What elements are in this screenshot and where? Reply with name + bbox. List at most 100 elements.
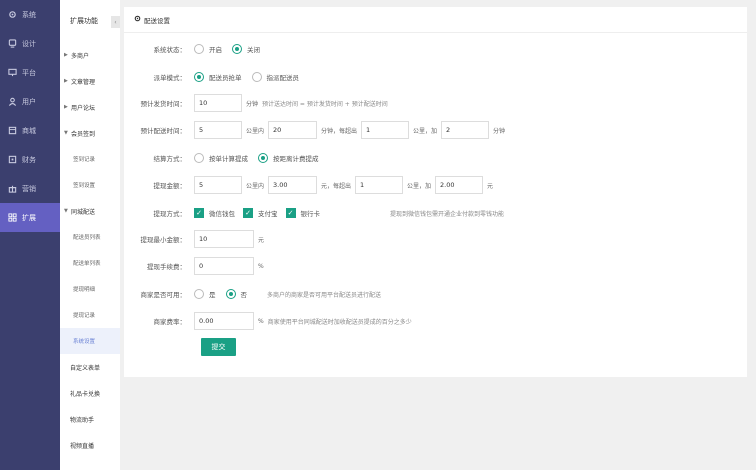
screen-icon bbox=[8, 68, 17, 77]
withdraw-extra-amount-input[interactable]: 2.00 bbox=[435, 176, 484, 194]
dispatch-mode-label: 派单模式： bbox=[153, 74, 187, 82]
est-ship-time-row: 预计发货时间： 10 分钟 预计送达时间 = 预计发货时间 + 预计配送时间 bbox=[124, 94, 388, 112]
dispatch-grab-radio[interactable]: 配送员抢单 bbox=[194, 72, 242, 82]
withdraw-base-amount-input[interactable]: 3.00 bbox=[268, 176, 318, 194]
sidebar-group-checkin[interactable]: ▼ 会员签到 bbox=[60, 120, 120, 146]
withdraw-fee-input[interactable]: 0 bbox=[194, 257, 254, 275]
nav-item-system[interactable]: 系统 bbox=[0, 0, 60, 29]
radio-label: 指派配送员 bbox=[266, 74, 300, 82]
unit-text: 元 bbox=[487, 182, 494, 190]
radio-dot bbox=[194, 44, 204, 54]
merchant-fee-row: 商家费率： 0.00 % 商家使用平台同城配送时加收配送员提成的百分之多少 bbox=[124, 312, 412, 330]
est-delivery-time-row: 预计配送时间： 5 公里内 20 分钟，每超出 1 公里，加 2 分钟 bbox=[124, 121, 509, 139]
dispatch-assign-radio[interactable]: 指派配送员 bbox=[251, 72, 300, 82]
radio-label: 配送员抢单 bbox=[209, 74, 242, 82]
withdraw-fee-label: 提现手续费： bbox=[147, 263, 186, 271]
checkbox-label: 支付宝 bbox=[258, 210, 278, 218]
sidebar-item-logistics[interactable]: 物流助手 bbox=[60, 406, 120, 432]
sidebar-group-label: 会员签到 bbox=[71, 130, 96, 138]
sidebar-item-system-settings[interactable]: 系统设置 bbox=[60, 328, 120, 354]
sidebar-group-label: 多商户 bbox=[71, 52, 90, 60]
shop-icon bbox=[8, 126, 17, 135]
system-status-on-radio[interactable]: 开启 bbox=[194, 44, 222, 54]
nav-item-finance[interactable]: 财务 bbox=[0, 145, 60, 174]
chevron-right-icon: ▶ bbox=[64, 52, 68, 58]
nav-item-label: 财务 bbox=[22, 155, 36, 164]
sidebar-group-delivery[interactable]: ▼ 同城配送 bbox=[60, 198, 120, 224]
sidebar-item-checkin-settings[interactable]: 签到设置 bbox=[60, 172, 120, 198]
withdraw-amount-row: 提现金额： 5 公里内 3.00 元，每超出 1 公里，加 2.00 元 bbox=[124, 176, 497, 194]
est-time-hint: 预计送达时间 = 预计发货时间 + 预计配送时间 bbox=[262, 100, 388, 108]
merchant-available-no-radio[interactable]: 否 bbox=[225, 289, 247, 299]
radio-dot bbox=[251, 72, 262, 82]
sidebar-item-gift-card[interactable]: 礼品卡兑换 bbox=[60, 380, 120, 406]
settle-mode-label: 结算方式： bbox=[153, 155, 187, 163]
unit-text: 公里内 bbox=[246, 127, 265, 135]
sidebar-item-courier-list[interactable]: 配送员列表 bbox=[60, 224, 120, 250]
merchant-available-yes-radio[interactable]: 是 bbox=[194, 289, 216, 299]
withdraw-methods-label: 提现方式： bbox=[153, 210, 187, 218]
min-withdraw-row: 提现最小金额： 10 元 bbox=[124, 230, 268, 248]
nav-item-label: 营销 bbox=[22, 184, 36, 193]
submit-button[interactable]: 提交 bbox=[201, 338, 236, 356]
sidebar-item-delivery-orders[interactable]: 配送单列表 bbox=[60, 250, 120, 276]
delivery-extra-km-input[interactable]: 1 bbox=[361, 121, 410, 139]
collapse-sidebar-button[interactable]: ‹ bbox=[111, 16, 120, 28]
nav-item-marketing[interactable]: 营销 bbox=[0, 174, 60, 203]
est-ship-time-input[interactable]: 10 bbox=[194, 94, 242, 112]
merchant-available-label: 商家是否可用： bbox=[140, 291, 187, 299]
nav-item-platform[interactable]: 平台 bbox=[0, 58, 60, 87]
radio-label: 开启 bbox=[209, 46, 222, 54]
nav-item-design[interactable]: 设计 bbox=[0, 29, 60, 58]
sidebar-item-custom-form[interactable]: 自定义表单 bbox=[60, 354, 120, 380]
radio-dot bbox=[232, 44, 242, 54]
settle-per-order-radio[interactable]: 按单计算提成 bbox=[194, 153, 248, 163]
withdraw-methods-row: 提现方式： ✓ 微信钱包 ✓ 支付宝 ✓ 银行卡 提现到微信钱包需开通企业付款到… bbox=[124, 204, 504, 222]
wechat-wallet-checkbox[interactable]: ✓ 微信钱包 bbox=[194, 208, 235, 218]
gift-icon bbox=[8, 184, 17, 193]
merchant-fee-input[interactable]: 0.00 bbox=[194, 312, 254, 330]
unit-text: 公里，加 bbox=[413, 127, 438, 135]
checkmark-icon: ✓ bbox=[243, 208, 253, 218]
checkmark-icon: ✓ bbox=[285, 208, 296, 218]
gear-icon bbox=[134, 15, 141, 24]
delivery-distance-input[interactable]: 5 bbox=[194, 121, 242, 139]
nav-item-users[interactable]: 用户 bbox=[0, 87, 60, 116]
bank-card-checkbox[interactable]: ✓ 银行卡 bbox=[285, 208, 320, 218]
radio-label: 按距离计费提成 bbox=[273, 155, 319, 163]
alipay-checkbox[interactable]: ✓ 支付宝 bbox=[243, 208, 278, 218]
withdraw-distance-input[interactable]: 5 bbox=[194, 176, 242, 194]
nav-item-label: 设计 bbox=[22, 39, 36, 48]
unit-text: 分钟 bbox=[246, 100, 259, 108]
sidebar-item-withdraw-records[interactable]: 提现记录 bbox=[60, 302, 120, 328]
system-status-off-radio[interactable]: 关闭 bbox=[232, 44, 260, 54]
delivery-extra-minutes-input[interactable]: 2 bbox=[441, 121, 490, 139]
system-status-label: 系统状态： bbox=[153, 46, 187, 54]
system-status-row: 系统状态： 开启 关闭 bbox=[124, 40, 270, 58]
radio-dot bbox=[225, 289, 236, 299]
radio-dot bbox=[194, 289, 204, 299]
withdraw-amount-label: 提现金额： bbox=[153, 182, 187, 190]
sidebar-group-multi-merchant[interactable]: ▶ 多商户 bbox=[60, 42, 120, 68]
min-withdraw-input[interactable]: 10 bbox=[194, 230, 254, 248]
radio-dot bbox=[194, 153, 204, 163]
sidebar-group-forum[interactable]: ▶ 用户论坛 bbox=[60, 94, 120, 120]
nav-item-shop[interactable]: 商城 bbox=[0, 116, 60, 145]
sidebar-item-checkin-records[interactable]: 签到记录 bbox=[60, 146, 120, 172]
checkbox-label: 微信钱包 bbox=[209, 210, 235, 218]
sidebar-item-withdraw-details[interactable]: 提现明细 bbox=[60, 276, 120, 302]
withdraw-methods-hint: 提现到微信钱包需开通企业付款到零钱功能 bbox=[390, 210, 505, 218]
settle-mode-row: 结算方式： 按单计算提成 按距离计费提成 bbox=[124, 149, 329, 167]
sidebar-group-articles[interactable]: ▶ 文章管理 bbox=[60, 68, 120, 94]
settle-by-distance-radio[interactable]: 按距离计费提成 bbox=[258, 153, 319, 163]
chevron-right-icon: ▶ bbox=[64, 104, 68, 110]
sidebar-item-live-video[interactable]: 视频直播 bbox=[60, 432, 120, 458]
dispatch-mode-row: 派单模式： 配送员抢单 指派配送员 bbox=[124, 68, 309, 86]
merchant-fee-label: 商家费率： bbox=[153, 318, 187, 326]
unit-text: % bbox=[258, 262, 264, 270]
withdraw-extra-km-input[interactable]: 1 bbox=[355, 176, 404, 194]
primary-sidebar: 系统 设计 平台 用户 商城 财务 营销 扩展 bbox=[0, 0, 60, 470]
nav-item-extensions[interactable]: 扩展 bbox=[0, 203, 60, 232]
delivery-minutes-input[interactable]: 20 bbox=[268, 121, 318, 139]
user-icon bbox=[8, 97, 17, 106]
